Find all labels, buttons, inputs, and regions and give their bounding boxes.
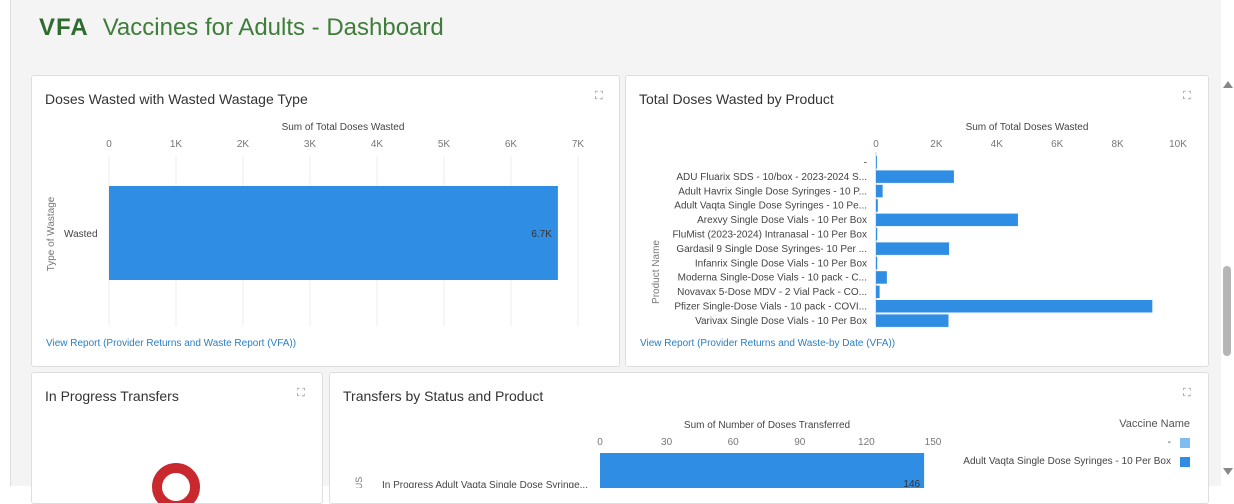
x-tick-label: 60 [728,437,740,448]
bar [876,256,878,270]
bar [876,285,880,299]
legend-label: Adult Vaqta Single Dose Syringes - 10 Pe… [963,456,1171,467]
chart-title: Sum of Total Doses Wasted [282,122,405,133]
dashboard-header: VFA Vaccines for Adults - Dashboard [39,14,444,42]
x-tick-label: 5K [438,139,451,150]
chart-title: Sum of Total Doses Wasted [966,122,1089,133]
bar [876,228,878,241]
y-tick-label: ADU Fluarix SDS - 10/box - 2023-2024 S..… [676,172,867,183]
y-axis-label: US [354,477,364,488]
expand-icon[interactable]: ⛶ [297,387,305,400]
dashboard-app: VFA Vaccines for Adults - Dashboard Dose… [10,0,1233,504]
x-tick-label: 120 [858,437,875,448]
x-tick-label: 8K [1111,139,1124,150]
card-title: In Progress Transfers [45,388,179,404]
donut-chart [152,463,200,503]
view-report-link[interactable]: View Report (Provider Returns and Waste-… [640,338,895,349]
y-tick-label: Arexvy Single Dose Vials - 10 Per Box [697,215,867,226]
legend-swatch [1180,456,1190,467]
x-tick-label: 4K [991,139,1004,150]
page-scrollbar[interactable] [1221,75,1234,483]
bar [876,213,1018,227]
y-tick-label: Adult Havrix Single Dose Syringes - 10 P… [678,186,867,197]
bar [876,300,1153,313]
bar [876,170,954,183]
y-tick-label: FluMist (2023-2024) Intranasal - 10 Per … [672,230,867,241]
x-tick-label: 0 [597,437,603,448]
y-tick-label: Adult Vaqta Single Dose Syringes - 10 Pe… [674,201,867,212]
y-tick-label: Varivax Single Dose Vials - 10 Per Box [695,316,867,327]
x-tick-label: 0 [873,139,879,150]
x-tick-label: 0 [106,139,112,150]
vfa-logo: VFA [39,14,89,41]
x-tick-label: 90 [794,437,806,448]
transfers-by-status-card: Transfers by Status and Product ⛶ Sum of… [329,372,1209,504]
y-tick-label: Moderna Single-Dose Vials - 10 pack - C.… [678,273,867,284]
legend-swatch [1180,437,1190,448]
y-tick-label: - [864,158,867,169]
expand-icon[interactable]: ⛶ [1183,90,1191,103]
scroll-up-icon[interactable] [1223,81,1233,88]
card-title: Doses Wasted with Wasted Wastage Type [45,91,308,107]
doses-wasted-chart: Sum of Total Doses Wasted 0 1K 2K 3K 4K 5K 6K 7K… [46,122,585,326]
legend-item[interactable]: - [1168,437,1190,448]
bar [109,186,558,280]
x-tick-label: 3K [304,139,317,150]
y-tick-label: Infanrix Single Dose Vials - 10 Per Box [695,258,867,269]
legend-item[interactable]: Adult Vaqta Single Dose Syringes - 10 Pe… [963,456,1190,467]
x-tick-label: 10K [1169,139,1187,150]
y-axis-label: Product Name [651,240,662,304]
y-tick-label: Novavax 5-Dose MDV - 2 Vial Pack - CO... [677,287,867,298]
x-tick-label: 7K [572,139,585,150]
bar [876,184,883,198]
data-label: 146 [903,479,920,488]
x-tick-label: 6K [1051,139,1064,150]
view-report-link[interactable]: View Report (Provider Returns and Waste … [46,338,296,349]
y-tick-label: Gardasil 9 Single Dose Syringes- 10 Per … [676,244,867,255]
x-tick-label: 30 [661,437,673,448]
y-tick-label: Wasted [64,229,98,240]
expand-icon[interactable]: ⛶ [595,90,603,103]
total-wasted-by-product-chart: Sum of Total Doses Wasted 0 2K 4K 6K 8K 10K Pro… [651,122,1187,327]
page-title: Vaccines for Adults - Dashboard [102,14,444,41]
scroll-thumb[interactable] [1223,266,1231,356]
x-tick-label: 150 [925,437,942,448]
bar [876,271,887,284]
transfers-by-status-chart: Sum of Number of Doses Transferred 0 30 60 9… [354,420,942,488]
in-progress-transfers-card: In Progress Transfers ⛶ [31,372,323,504]
x-tick-label: 6K [505,139,518,150]
x-tick-label: 4K [371,139,384,150]
data-label: 6.7K [531,229,552,240]
legend-label: - [1167,437,1171,448]
bar [876,199,878,212]
expand-icon[interactable]: ⛶ [1183,387,1191,400]
bar [600,453,925,488]
x-tick-label: 2K [237,139,250,150]
x-tick-label: 2K [930,139,943,150]
bar [876,242,950,255]
card-title: Transfers by Status and Product [343,388,544,404]
y-tick-label: Pfizer Single-Dose Vials - 10 pack - COV… [674,302,867,313]
x-tick-label: 1K [170,139,183,150]
card-title: Total Doses Wasted by Product [639,91,834,107]
bar [876,156,877,169]
doses-wasted-card: Doses Wasted with Wasted Wastage Type ⛶ … [31,75,620,367]
total-wasted-by-product-card: Total Doses Wasted by Product ⛶ Sum of T… [625,75,1209,367]
scroll-down-icon[interactable] [1223,468,1233,475]
y-tick-label: In Progress Adult Vaqta Single Dose Syri… [382,480,588,488]
chart-title: Sum of Number of Doses Transferred [684,420,850,431]
legend-title: Vaccine Name [1119,418,1190,430]
bar [876,314,949,327]
y-axis-label: Type of Wastage [46,196,57,271]
